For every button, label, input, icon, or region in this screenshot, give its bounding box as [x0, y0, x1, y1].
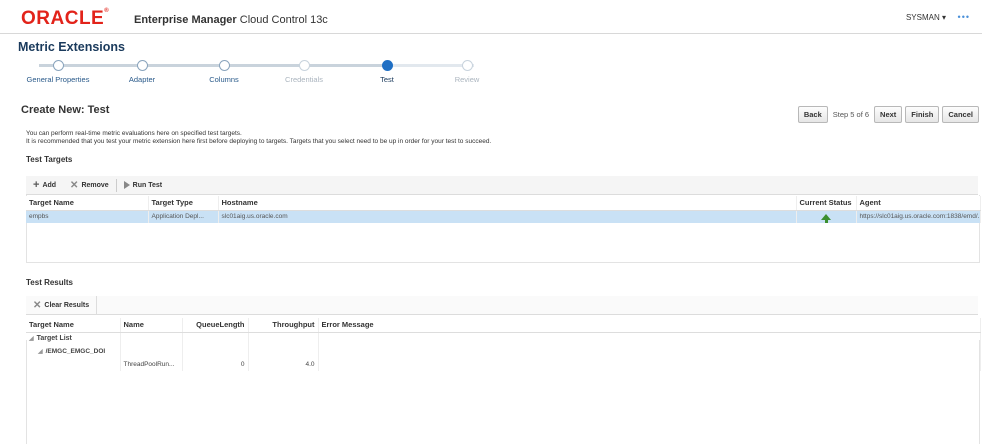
col-result-target-name[interactable]: Target Name	[26, 318, 121, 333]
expand-triangle-icon[interactable]: ◢	[38, 348, 43, 355]
tree-node-emgc[interactable]: ◢/EMGC_EMGC_DOI	[26, 345, 121, 358]
col-target-name[interactable]: Target Name	[26, 196, 149, 211]
cell-target-name	[26, 358, 121, 371]
expand-triangle-icon[interactable]: ◢	[29, 335, 34, 342]
cell-error	[318, 358, 981, 371]
run-test-label: Run Test	[132, 181, 163, 189]
cell-status	[796, 210, 857, 223]
page-title: Metric Extensions	[18, 40, 125, 54]
cell-target-name: empbs	[26, 210, 149, 223]
tree-node-label: Target List	[36, 335, 72, 343]
train-stop-test	[382, 60, 393, 71]
train-label-adapter[interactable]: Adapter	[129, 75, 155, 84]
next-button[interactable]: Next	[874, 106, 903, 123]
status-up-arrow-icon	[821, 213, 831, 223]
train-stop-review	[462, 60, 473, 71]
sub-title: Create New: Test	[21, 104, 110, 116]
train-label-credentials: Credentials	[285, 75, 323, 84]
targets-toolbar: + Add ✕ Remove Run Test	[26, 176, 978, 195]
train-line-done	[39, 64, 389, 67]
cell-queue-length	[182, 332, 249, 345]
col-current-status[interactable]: Current Status	[796, 196, 857, 211]
col-throughput[interactable]: Throughput	[248, 318, 319, 333]
play-icon	[123, 181, 130, 189]
train-label-general[interactable]: General Properties	[27, 75, 90, 84]
table-row[interactable]: ThreadPoolRun... 0 4.0	[26, 358, 981, 371]
cell-name: ThreadPoolRun...	[120, 358, 183, 371]
remove-button[interactable]: ✕ Remove	[63, 176, 116, 195]
test-targets-table: Target Name Target Type Hostname Current…	[26, 196, 981, 223]
cell-queue-length	[182, 345, 249, 358]
table-row[interactable]: ◢/EMGC_EMGC_DOI	[26, 345, 981, 358]
description-line-1: You can perform real-time metric evaluat…	[26, 130, 242, 137]
user-menu[interactable]: SYSMAN ▾	[906, 13, 946, 22]
remove-x-icon: ✕	[70, 179, 79, 191]
tree-node-label: /EMGC_EMGC_DOI	[45, 348, 106, 355]
top-bar: ORACLE® Enterprise Manager Cloud Control…	[0, 0, 982, 34]
product-name: Enterprise Manager Cloud Control 13c	[134, 14, 328, 26]
oracle-logo: ORACLE®	[21, 8, 110, 29]
clear-results-label: Clear Results	[44, 301, 90, 309]
clear-results-button[interactable]: ✕ Clear Results	[26, 295, 98, 315]
col-result-name[interactable]: Name	[120, 318, 183, 333]
table-row[interactable]: empbs Application Depl... slc01aig.us.or…	[26, 210, 981, 223]
test-targets-heading: Test Targets	[26, 155, 73, 164]
cell-name	[120, 332, 183, 345]
col-target-type[interactable]: Target Type	[148, 196, 219, 211]
cell-hostname: slc01aig.us.oracle.com	[218, 210, 797, 223]
cancel-button[interactable]: Cancel	[942, 106, 979, 123]
cell-throughput: 4.0	[248, 358, 319, 371]
results-toolbar: ✕ Clear Results	[26, 295, 978, 315]
run-test-button[interactable]: Run Test	[117, 176, 169, 195]
cell-error	[318, 345, 981, 358]
add-label: Add	[42, 181, 57, 189]
remove-label: Remove	[81, 181, 109, 189]
cell-error	[318, 332, 981, 345]
wizard-nav: Back Step 5 of 6 Next Finish Cancel	[797, 106, 979, 123]
train-stop-general[interactable]	[53, 60, 64, 71]
cell-name	[120, 345, 183, 358]
cell-throughput	[248, 345, 319, 358]
back-button[interactable]: Back	[797, 106, 828, 123]
tree-node-target-list[interactable]: ◢ Target List	[26, 332, 121, 345]
test-results-heading: Test Results	[26, 278, 73, 287]
add-button[interactable]: + Add	[26, 176, 63, 195]
step-indicator: Step 5 of 6	[832, 110, 870, 119]
table-row[interactable]: ◢ Target List	[26, 332, 981, 345]
col-hostname[interactable]: Hostname	[218, 196, 797, 211]
finish-button[interactable]: Finish	[905, 106, 940, 123]
more-options-icon[interactable]: •••	[958, 12, 970, 22]
train-label-review: Review	[454, 75, 480, 84]
cell-queue-length: 0	[182, 358, 249, 371]
clear-x-icon: ✕	[33, 299, 42, 311]
plus-icon: +	[33, 179, 40, 191]
cell-target-type: Application Depl...	[148, 210, 219, 223]
test-results-table: Target Name Name QueueLength Throughput …	[26, 318, 981, 371]
train-stop-columns[interactable]	[219, 60, 230, 71]
train-stop-credentials	[299, 60, 310, 71]
col-queue-length[interactable]: QueueLength	[182, 318, 249, 333]
col-agent[interactable]: Agent	[856, 196, 981, 211]
cell-agent[interactable]: https://slc01aig.us.oracle.com:1838/emd/…	[856, 210, 981, 223]
description-line-2: It is recommended that you test your met…	[26, 138, 492, 145]
results-header-row: Target Name Name QueueLength Throughput …	[26, 318, 981, 333]
col-error-message[interactable]: Error Message	[318, 318, 981, 333]
targets-header-row: Target Name Target Type Hostname Current…	[26, 196, 981, 211]
cell-throughput	[248, 332, 319, 345]
train-stop-adapter[interactable]	[137, 60, 148, 71]
train-label-columns[interactable]: Columns	[209, 75, 239, 84]
train-label-test: Test	[380, 75, 394, 84]
wizard-train: General Properties Adapter Columns Crede…	[0, 57, 520, 87]
